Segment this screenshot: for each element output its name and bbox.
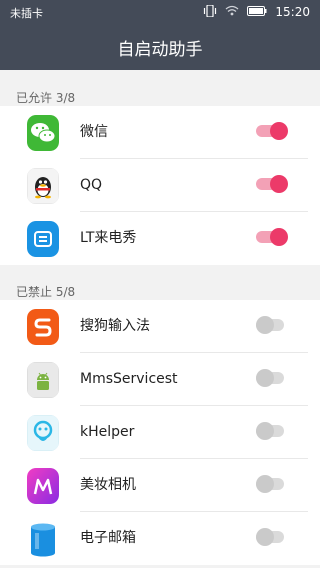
lt-caller-show-icon xyxy=(27,221,59,257)
app-row-lt-caller-show: LT来电秀 xyxy=(0,212,320,265)
makeup-camera-icon xyxy=(27,468,59,504)
app-row-qq: QQ xyxy=(0,159,320,212)
toggle-knob xyxy=(270,175,288,193)
app-row-email: 电子邮箱 xyxy=(0,512,320,565)
autostart-toggle[interactable] xyxy=(256,422,284,440)
app-name: kHelper xyxy=(80,424,135,440)
autostart-toggle[interactable] xyxy=(256,316,284,334)
toggle-knob xyxy=(256,475,274,493)
allowed-list: 微信 QQ LT来电秀 xyxy=(0,106,320,265)
blocked-list: 搜狗输入法 MmsServicest kHelper 美妆相机 电子邮箱 xyxy=(0,300,320,565)
carrier-text: 未插卡 xyxy=(10,7,43,20)
vibrate-icon xyxy=(203,3,217,20)
app-row-mmsservicest: MmsServicest xyxy=(0,353,320,406)
toggle-knob xyxy=(256,528,274,546)
autostart-toggle[interactable] xyxy=(256,475,284,493)
page-title-bar: 自启动助手 xyxy=(0,24,320,70)
app-row-wechat: 微信 xyxy=(0,106,320,159)
clock-time: 15:20 xyxy=(275,5,310,19)
app-name: 搜狗输入法 xyxy=(80,318,150,334)
autostart-toggle[interactable] xyxy=(256,175,288,193)
autostart-toggle[interactable] xyxy=(256,228,288,246)
battery-icon xyxy=(247,5,267,19)
app-name: 美妆相机 xyxy=(80,477,136,493)
toggle-knob xyxy=(270,228,288,246)
allowed-count-label: 已允许 3/8 xyxy=(16,91,76,105)
toggle-knob xyxy=(270,122,288,140)
email-cylinder-icon xyxy=(27,521,59,557)
wifi-icon xyxy=(225,5,239,19)
status-bar: 未插卡 15:20 xyxy=(0,0,320,24)
android-robot-icon xyxy=(27,362,59,398)
autostart-toggle[interactable] xyxy=(256,369,284,387)
wechat-icon xyxy=(27,115,59,151)
khelper-icon xyxy=(27,415,59,451)
app-name: QQ xyxy=(80,177,103,193)
blocked-count-label: 已禁止 5/8 xyxy=(16,285,76,299)
sogou-input-icon xyxy=(27,309,59,345)
page-title: 自启动助手 xyxy=(117,39,203,60)
app-row-khelper: kHelper xyxy=(0,406,320,459)
app-row-sogou: 搜狗输入法 xyxy=(0,300,320,353)
app-name: LT来电秀 xyxy=(80,230,137,246)
toggle-knob xyxy=(256,422,274,440)
qq-icon xyxy=(27,168,59,204)
app-name: MmsServicest xyxy=(80,371,178,387)
autostart-toggle[interactable] xyxy=(256,528,284,546)
toggle-knob xyxy=(256,316,274,334)
status-icons: 15:20 xyxy=(203,3,310,20)
toggle-knob xyxy=(256,369,274,387)
app-row-makeup-camera: 美妆相机 xyxy=(0,459,320,512)
autostart-toggle[interactable] xyxy=(256,122,288,140)
app-name: 电子邮箱 xyxy=(80,530,136,546)
app-name: 微信 xyxy=(80,124,108,140)
